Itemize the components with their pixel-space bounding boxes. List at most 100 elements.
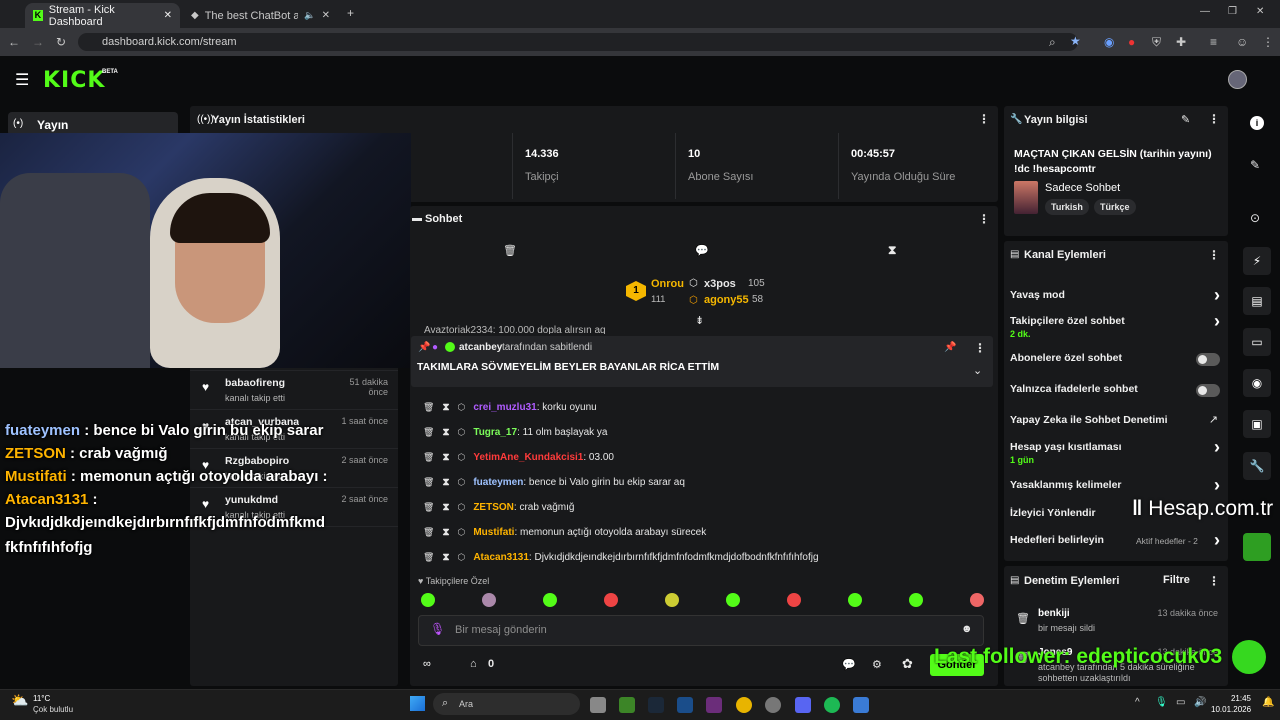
hourglass-icon[interactable]: ⧗	[442, 402, 449, 413]
url-field[interactable]: dashboard.kick.com/stream	[78, 33, 1078, 51]
hamburger-icon[interactable]: ☰	[15, 70, 29, 90]
channel-action-item[interactable]: Hedefleri belirleyin Aktif hedefler - 2 ›	[1004, 528, 1228, 554]
minimize-icon[interactable]: —	[1200, 6, 1210, 17]
app-icon[interactable]	[706, 697, 722, 713]
chat-menu-icon[interactable]: ⋮	[978, 212, 990, 226]
chat-message[interactable]: 🗑 ⧗ ⬡ Tugra_17: 11 olm başlayak ya	[423, 423, 607, 441]
kick-chat-bubble-icon[interactable]	[1232, 640, 1266, 674]
shield-icon[interactable]: ⛨	[1152, 35, 1161, 50]
pinned-menu-icon[interactable]: ⋮	[974, 341, 986, 355]
network-icon[interactable]: ▭	[1176, 697, 1185, 708]
mic-icon[interactable]: 🎙	[430, 622, 445, 636]
chat-message[interactable]: 🗑 ⧗ ⬡ ZETSON: crab vağmığ	[423, 498, 574, 516]
close-window-icon[interactable]: ✕	[1256, 6, 1264, 17]
channel-action-item[interactable]: Takipçilere özel sohbet 2 dk. ›	[1004, 309, 1228, 339]
speech-bubble-icon[interactable]: 💬	[695, 244, 709, 257]
chat-username[interactable]: ZETSON	[473, 502, 514, 513]
emoji-icon[interactable]: ☻	[961, 623, 973, 635]
face-emote-icon[interactable]	[482, 593, 496, 607]
broadcast-rail-icon[interactable]: ◉	[1243, 369, 1271, 397]
chat-message[interactable]: 🗑 ⧗ ⬡ crei_muzlu31: korku oyunu	[423, 398, 597, 416]
extension-red-icon[interactable]: ●	[1128, 35, 1135, 49]
channel-action-item[interactable]: Hesap yaşı kısıtlaması 1 gün ›	[1004, 435, 1228, 465]
stats-menu-icon[interactable]: ⋮	[978, 112, 990, 126]
info-icon[interactable]: i	[1250, 116, 1264, 130]
frame-emote-icon[interactable]	[665, 593, 679, 607]
kick-logo[interactable]: KICK	[43, 68, 105, 93]
bookmark-star-icon[interactable]: ★	[1070, 34, 1081, 48]
volume-icon[interactable]: 🔊	[1194, 697, 1206, 708]
channel-action-item[interactable]: Yasaklanmış kelimeler ›	[1004, 473, 1228, 499]
weather-icon[interactable]: ⛅	[11, 692, 28, 709]
toggle-switch[interactable]	[1196, 353, 1220, 366]
mushroom-emote-icon[interactable]	[787, 593, 801, 607]
new-tab-icon[interactable]: +	[347, 6, 354, 20]
game-icon[interactable]	[1243, 533, 1271, 561]
chat-settings-bubble-icon[interactable]: 💬	[842, 658, 856, 671]
windows-start-icon[interactable]	[410, 696, 425, 711]
tray-chevron-icon[interactable]: ^	[1135, 697, 1140, 708]
gear-icon[interactable]: ⚙	[872, 658, 882, 671]
puzzle-icon[interactable]: ✚	[1176, 35, 1186, 49]
pencil-icon[interactable]: ✎	[1250, 158, 1260, 172]
channel-action-item[interactable]: Yalnızca ifadelerle sohbet	[1004, 377, 1228, 403]
reload-icon[interactable]: ↻	[56, 35, 66, 49]
trash-icon[interactable]: 🗑	[423, 527, 434, 538]
channel-action-item[interactable]: Abonelere özel sohbet	[1004, 346, 1228, 372]
hourglass-icon[interactable]: ⧗	[442, 527, 449, 538]
chat-username[interactable]: fuateymen	[473, 477, 523, 488]
ghost-emote-icon[interactable]	[543, 593, 557, 607]
hourglass-icon[interactable]: ⧗	[442, 552, 449, 563]
menu-icon[interactable]: ⋮	[1262, 35, 1274, 49]
follower-row[interactable]: ♥ babaofireng kanalı takip etti 51 dakika ö…	[190, 372, 398, 410]
close-icon[interactable]: ✕	[164, 10, 172, 21]
chat-username[interactable]: Tugra_17	[473, 427, 517, 438]
pin-toggle-icon[interactable]: 📌	[944, 342, 956, 353]
ghost-emote-icon[interactable]	[726, 593, 740, 607]
steam-alt-icon[interactable]	[677, 697, 693, 713]
trash-icon[interactable]: 🗑	[503, 244, 517, 257]
chat-username[interactable]: Mustifati	[473, 527, 514, 538]
mushroom-emote-icon[interactable]	[970, 593, 984, 607]
actions-menu-icon[interactable]: ⋮	[1208, 248, 1220, 262]
zoom-icon[interactable]: ⌕	[1049, 35, 1056, 50]
chat-bubble-icon[interactable]: ▭	[1243, 328, 1271, 356]
trash-icon[interactable]: 🗑	[423, 477, 434, 488]
infinity-icon[interactable]: ∞	[423, 658, 431, 670]
hourglass-icon[interactable]: ⧗	[442, 502, 449, 513]
extension-icon[interactable]: ◉	[1104, 35, 1114, 49]
trash-icon[interactable]: 🗑	[423, 402, 434, 413]
reading-list-icon[interactable]: ≡	[1210, 35, 1217, 49]
hourglass-icon[interactable]: ⧗	[442, 427, 449, 438]
wrench-rail-icon[interactable]: 🔧	[1243, 452, 1271, 480]
save-icon[interactable]: ▣	[1243, 410, 1271, 438]
spotify-icon[interactable]	[824, 697, 840, 713]
avatar[interactable]	[1228, 70, 1247, 89]
hourglass-icon[interactable]: ⧗	[888, 243, 896, 258]
lightning-icon[interactable]: ⚡	[1243, 247, 1271, 275]
chat-message[interactable]: 🗑 ⧗ ⬡ fuateymen: bence bi Valo girin bu eki…	[423, 473, 685, 491]
task-view-icon[interactable]	[590, 697, 606, 713]
channel-action-item[interactable]: Yavaş mod ›	[1004, 283, 1228, 309]
audio-icon[interactable]: 🔈	[304, 10, 315, 21]
discord-icon[interactable]	[795, 697, 811, 713]
trash-icon[interactable]: 🗑	[423, 427, 434, 438]
trash-icon[interactable]: 🗑	[423, 552, 434, 563]
chat-username[interactable]: crei_muzlu31	[473, 402, 536, 413]
hourglass-icon[interactable]: ⧗	[442, 452, 449, 463]
mushroom-emote-icon[interactable]	[604, 593, 618, 607]
hourglass-icon[interactable]: ⧗	[442, 477, 449, 488]
info-menu-icon[interactable]: ⋮	[1208, 112, 1220, 126]
chevron-down-icon[interactable]: ⌄	[973, 364, 982, 377]
store-icon[interactable]: ⌂	[470, 658, 477, 670]
pepe-emote-icon[interactable]	[421, 593, 435, 607]
chat-message[interactable]: 🗑 ⧗ ⬡ Mustifati: memonun açtığı otoyolda ar…	[423, 523, 706, 541]
maximize-icon[interactable]: ❐	[1228, 6, 1237, 17]
toggle-switch[interactable]	[1196, 384, 1220, 397]
profile-icon[interactable]: ☺	[1236, 35, 1248, 49]
chat-username[interactable]: YetimAne_Kundakcisi1	[473, 452, 583, 463]
close-icon[interactable]: ✕	[322, 10, 330, 21]
app-icon[interactable]	[765, 697, 781, 713]
chrome-icon[interactable]	[736, 697, 752, 713]
mod-menu-icon[interactable]: ⋮	[1208, 574, 1220, 588]
